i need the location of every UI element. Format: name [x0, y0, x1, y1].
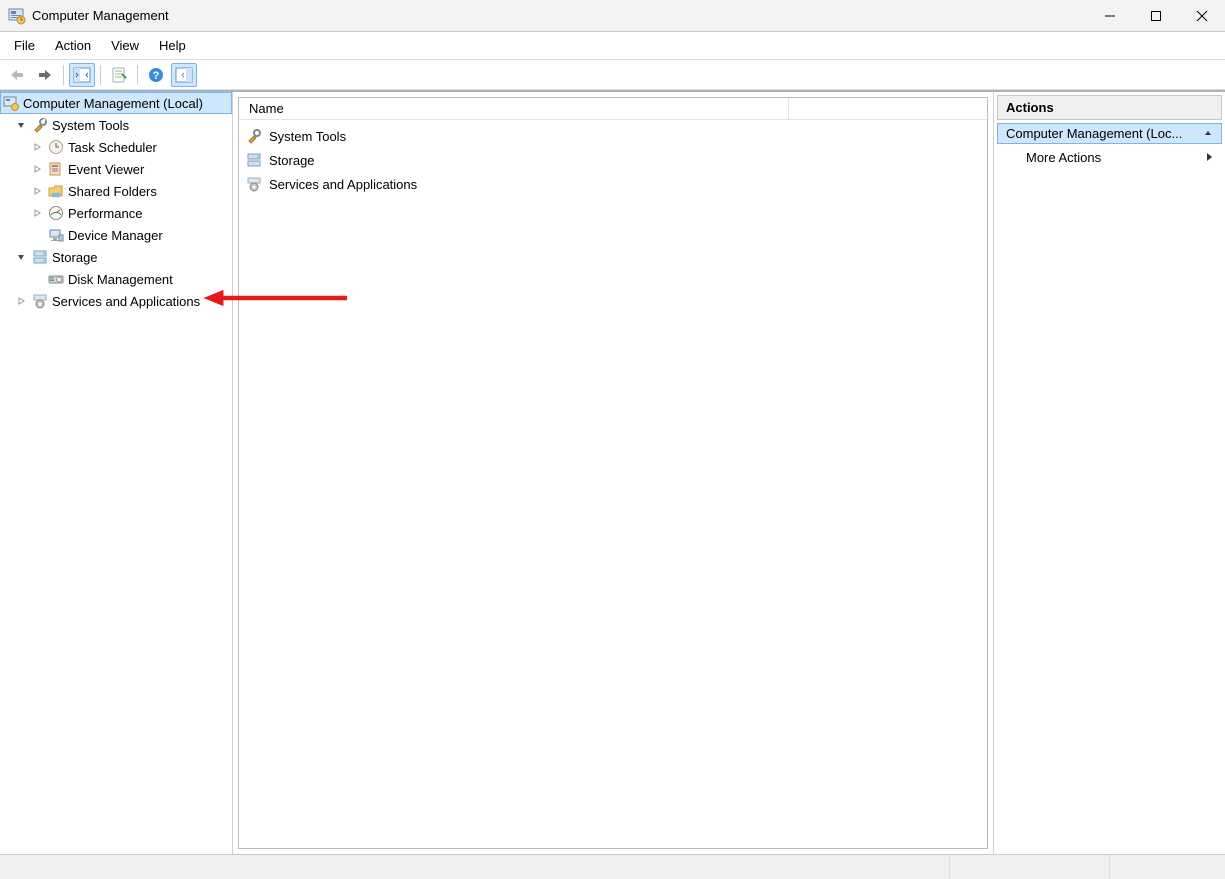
status-segment [0, 855, 950, 879]
menu-action[interactable]: Action [45, 32, 101, 59]
performance-icon [47, 204, 65, 222]
tree-node-device-manager[interactable]: Device Manager [0, 224, 232, 246]
maximize-button[interactable] [1133, 0, 1179, 32]
app-icon [8, 7, 26, 25]
help-button[interactable]: ? [143, 63, 169, 87]
chevron-down-icon[interactable] [14, 252, 28, 262]
chevron-up-icon[interactable] [1203, 126, 1213, 141]
actions-section-label: Computer Management (Loc... [1006, 126, 1182, 141]
chevron-down-icon[interactable] [14, 120, 28, 130]
status-bar [0, 854, 1225, 879]
actions-section-header[interactable]: Computer Management (Loc... [997, 123, 1222, 144]
properties-button[interactable] [106, 63, 132, 87]
menu-view[interactable]: View [101, 32, 149, 59]
device-manager-icon [47, 226, 65, 244]
tree-label: Task Scheduler [68, 140, 157, 155]
status-segment [1110, 855, 1225, 879]
actions-more-actions[interactable]: More Actions [994, 144, 1225, 171]
clock-icon [47, 138, 65, 156]
event-viewer-icon [47, 160, 65, 178]
tree-node-system-tools[interactable]: System Tools [0, 114, 232, 136]
back-button[interactable] [4, 63, 30, 87]
toolbar-separator [100, 65, 101, 85]
minimize-button[interactable] [1087, 0, 1133, 32]
list-item-label: Storage [269, 153, 315, 168]
close-button[interactable] [1179, 0, 1225, 32]
actions-pane: Actions Computer Management (Loc... More… [993, 92, 1225, 854]
tree-node-shared-folders[interactable]: Shared Folders [0, 180, 232, 202]
tree-pane: Computer Management (Local) System Tools… [0, 92, 233, 854]
column-header-name[interactable]: Name [239, 98, 789, 119]
tree-label: Services and Applications [52, 294, 200, 309]
column-header-row: Name [239, 98, 987, 120]
main-area: Computer Management (Local) System Tools… [0, 90, 1225, 854]
toolbar-separator [63, 65, 64, 85]
tree-node-task-scheduler[interactable]: Task Scheduler [0, 136, 232, 158]
tree-label: Disk Management [68, 272, 173, 287]
list-item-label: Services and Applications [269, 177, 417, 192]
tree-label: Device Manager [68, 228, 163, 243]
tree-node-disk-management[interactable]: Disk Management [0, 268, 232, 290]
services-icon [245, 175, 263, 193]
list-item-label: System Tools [269, 129, 346, 144]
menu-bar: File Action View Help [0, 32, 1225, 60]
list-item-storage[interactable]: Storage [245, 148, 981, 172]
show-hide-tree-button[interactable] [69, 63, 95, 87]
chevron-right-icon[interactable] [30, 142, 44, 152]
actions-header: Actions [997, 95, 1222, 120]
chevron-right-icon[interactable] [14, 296, 28, 306]
tree-node-services[interactable]: Services and Applications [0, 290, 232, 312]
list-item-services[interactable]: Services and Applications [245, 172, 981, 196]
tree-root[interactable]: Computer Management (Local) [0, 92, 232, 114]
tree-label: Event Viewer [68, 162, 144, 177]
tree-label: Shared Folders [68, 184, 157, 199]
storage-icon [31, 248, 49, 266]
forward-button[interactable] [32, 63, 58, 87]
tools-icon [31, 116, 49, 134]
disk-icon [47, 270, 65, 288]
tools-icon [245, 127, 263, 145]
more-actions-label: More Actions [1026, 150, 1101, 165]
shared-folders-icon [47, 182, 65, 200]
tree-label: Computer Management (Local) [23, 96, 203, 111]
window-title: Computer Management [32, 8, 169, 23]
list-item-system-tools[interactable]: System Tools [245, 124, 981, 148]
tree-label: System Tools [52, 118, 129, 133]
toolbar: ? [0, 60, 1225, 90]
chevron-right-icon[interactable] [30, 164, 44, 174]
tree-node-event-viewer[interactable]: Event Viewer [0, 158, 232, 180]
show-hide-action-pane-button[interactable] [171, 63, 197, 87]
chevron-right-icon[interactable] [30, 208, 44, 218]
chevron-right-icon [1205, 150, 1213, 165]
tree-node-performance[interactable]: Performance [0, 202, 232, 224]
menu-file[interactable]: File [4, 32, 45, 59]
tree-node-storage[interactable]: Storage [0, 246, 232, 268]
status-segment [950, 855, 1110, 879]
computer-management-icon [2, 94, 20, 112]
services-icon [31, 292, 49, 310]
storage-icon [245, 151, 263, 169]
tree-label: Performance [68, 206, 142, 221]
center-pane: Name System Tools Storage Services and A… [233, 92, 993, 854]
chevron-right-icon[interactable] [30, 186, 44, 196]
svg-text:?: ? [153, 70, 160, 82]
list-view: Name System Tools Storage Services and A… [238, 97, 988, 849]
toolbar-separator [137, 65, 138, 85]
tree: Computer Management (Local) System Tools… [0, 92, 232, 312]
menu-help[interactable]: Help [149, 32, 196, 59]
tree-label: Storage [52, 250, 98, 265]
title-bar: Computer Management [0, 0, 1225, 32]
